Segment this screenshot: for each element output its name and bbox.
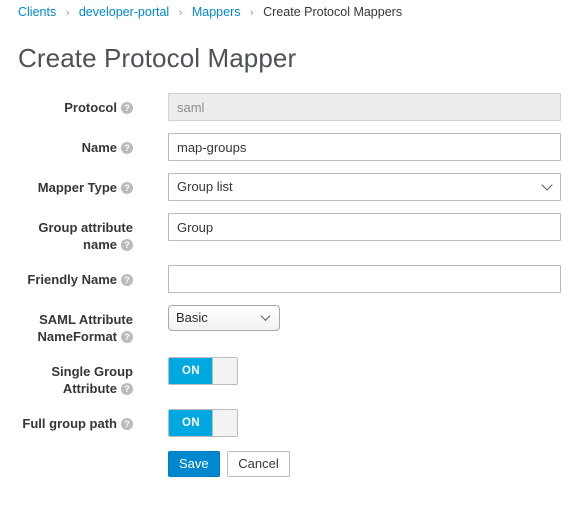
saml-attribute-nameformat-label-line2-wrap: NameFormat?: [0, 328, 133, 345]
toggle-handle[interactable]: [212, 358, 237, 384]
group-attribute-name-label-line1: Group attribute: [38, 220, 133, 235]
friendly-name-field-wrap: [133, 265, 585, 293]
saml-attribute-nameformat-select[interactable]: Basic: [168, 305, 280, 331]
name-label: Name?: [0, 133, 133, 156]
chevron-down-icon: [260, 311, 271, 321]
breadcrumb-item-create-protocol-mappers: Create Protocol Mappers: [263, 5, 403, 19]
breadcrumb-item-mappers[interactable]: Mappers: [192, 5, 241, 19]
saml-attribute-nameformat-label: SAML Attribute NameFormat?: [0, 305, 133, 345]
single-group-attribute-label-line2: Attribute: [62, 381, 117, 396]
actions-label-spacer: [0, 449, 133, 455]
create-protocol-mapper-form: Protocol? Name? Mapper Type? Group list …: [0, 93, 585, 477]
friendly-name-label: Friendly Name?: [0, 265, 133, 288]
form-row-friendly-name: Friendly Name?: [0, 265, 585, 293]
friendly-name-input[interactable]: [168, 265, 561, 293]
form-row-mapper-type: Mapper Type? Group list: [0, 173, 585, 201]
saml-attribute-nameformat-label-line2: NameFormat: [37, 329, 117, 344]
single-group-attribute-label: Single Group Attribute?: [0, 357, 133, 397]
group-attribute-name-input[interactable]: [168, 213, 561, 241]
help-icon[interactable]: ?: [121, 331, 133, 343]
toggle-handle[interactable]: [212, 410, 237, 436]
protocol-input: [168, 93, 561, 121]
form-row-full-group-path: Full group path? ON: [0, 409, 585, 437]
help-icon[interactable]: ?: [121, 102, 133, 114]
breadcrumb-separator-icon: ›: [65, 7, 70, 19]
help-icon[interactable]: ?: [121, 239, 133, 251]
breadcrumb-separator-icon: ›: [249, 7, 254, 19]
chevron-down-icon: [541, 179, 553, 191]
form-row-protocol: Protocol?: [0, 93, 585, 121]
protocol-field-wrap: [133, 93, 585, 121]
name-input[interactable]: [168, 133, 561, 161]
cancel-button[interactable]: Cancel: [227, 451, 290, 477]
mapper-type-label: Mapper Type?: [0, 173, 133, 196]
group-attribute-name-label-line2: name: [83, 237, 117, 252]
actions-wrap: Save Cancel: [133, 449, 585, 477]
full-group-path-toggle-state: ON: [169, 410, 213, 436]
full-group-path-toggle[interactable]: ON: [168, 409, 238, 437]
saml-attribute-nameformat-field-wrap: Basic: [133, 305, 585, 331]
breadcrumb-item-clients[interactable]: Clients: [18, 5, 56, 19]
full-group-path-field-wrap: ON: [133, 409, 585, 437]
full-group-path-label: Full group path?: [0, 409, 133, 432]
form-row-group-attribute-name: Group attribute name?: [0, 213, 585, 253]
form-row-name: Name?: [0, 133, 585, 161]
breadcrumb-separator-icon: ›: [178, 7, 183, 19]
single-group-attribute-label-line2-wrap: Attribute?: [0, 380, 133, 397]
protocol-label-text: Protocol: [64, 100, 117, 115]
group-attribute-name-label-line2-wrap: name?: [0, 236, 133, 253]
breadcrumb: Clients › developer-portal › Mappers › C…: [0, 0, 585, 21]
full-group-path-label-text: Full group path: [22, 416, 117, 431]
friendly-name-label-text: Friendly Name: [27, 272, 117, 287]
name-label-text: Name: [81, 140, 117, 155]
help-icon[interactable]: ?: [121, 142, 133, 154]
single-group-attribute-toggle[interactable]: ON: [168, 357, 238, 385]
save-button[interactable]: Save: [168, 451, 220, 477]
help-icon[interactable]: ?: [121, 418, 133, 430]
help-icon[interactable]: ?: [121, 274, 133, 286]
single-group-attribute-field-wrap: ON: [133, 357, 585, 385]
protocol-label: Protocol?: [0, 93, 133, 116]
group-attribute-name-field-wrap: [133, 213, 585, 241]
page-title: Create Protocol Mapper: [18, 43, 297, 73]
breadcrumb-item-developer-portal[interactable]: developer-portal: [79, 5, 169, 19]
mapper-type-selected-value: Group list: [177, 179, 233, 194]
name-field-wrap: [133, 133, 585, 161]
saml-attribute-nameformat-label-line1: SAML Attribute: [39, 312, 133, 327]
single-group-attribute-toggle-state: ON: [169, 358, 213, 384]
help-icon[interactable]: ?: [121, 182, 133, 194]
help-icon[interactable]: ?: [121, 383, 133, 395]
mapper-type-select[interactable]: Group list: [168, 173, 561, 201]
form-row-single-group-attribute: Single Group Attribute? ON: [0, 357, 585, 397]
form-row-actions: Save Cancel: [0, 449, 585, 477]
mapper-type-label-text: Mapper Type: [37, 180, 117, 195]
form-row-saml-attribute-nameformat: SAML Attribute NameFormat? Basic: [0, 305, 585, 345]
single-group-attribute-label-line1: Single Group: [51, 364, 133, 379]
group-attribute-name-label: Group attribute name?: [0, 213, 133, 253]
saml-attribute-nameformat-selected-value: Basic: [176, 310, 208, 325]
mapper-type-field-wrap: Group list: [133, 173, 585, 201]
